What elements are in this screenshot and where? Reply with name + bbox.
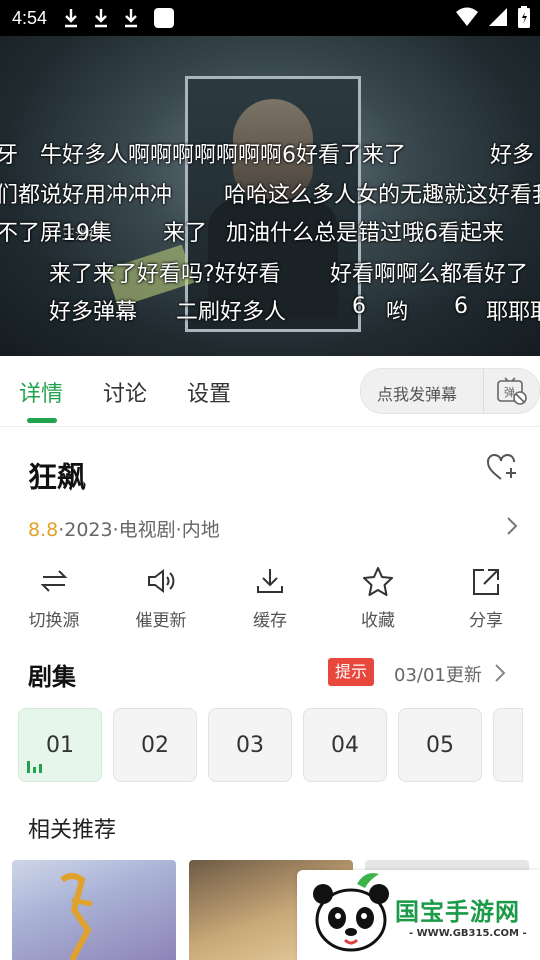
- episodes-heading: 剧集: [28, 663, 76, 691]
- video-player[interactable]: 王洪祥 牙 牛好多人啊啊啊啊啊啊啊6好看了来了 好多 们都说好用冲冲冲 哈哈这么…: [0, 36, 540, 356]
- danmaku-item: 好多弹幕: [49, 300, 138, 325]
- share-button[interactable]: 分享: [446, 566, 526, 631]
- switch-source-icon: [40, 570, 68, 592]
- score: 8.8: [28, 519, 59, 541]
- action-label: 催更新: [135, 611, 187, 631]
- download-icon: [257, 569, 283, 593]
- episode-card[interactable]: 03: [208, 708, 292, 782]
- active-tab-indicator: [27, 418, 57, 423]
- episode-card[interactable]: 02: [113, 708, 197, 782]
- episode-card[interactable]: 01: [18, 708, 102, 782]
- download-notification-icon: [125, 9, 138, 28]
- tab-details[interactable]: 详情: [19, 376, 63, 408]
- star-icon: [363, 567, 393, 596]
- show-meta[interactable]: 8.8·2023·电视剧·内地: [28, 515, 220, 542]
- favorite-add-icon[interactable]: [486, 452, 518, 482]
- episode-number: 03: [236, 732, 264, 758]
- meta-info: ·2023·电视剧·内地: [58, 519, 220, 541]
- action-label: 分享: [469, 611, 503, 631]
- collect-button[interactable]: 收藏: [338, 566, 418, 631]
- danmaku-off-icon: 弹: [497, 377, 527, 405]
- download-notification-icon: [95, 9, 108, 28]
- related-heading: 相关推荐: [28, 818, 117, 843]
- detail-tab-bar: 详情 讨论 设置 点我发弹幕 弹: [0, 356, 540, 427]
- danmaku-input[interactable]: 点我发弹幕 弹: [360, 368, 540, 414]
- battery-icon: [518, 6, 530, 28]
- episode-card[interactable]: 05: [398, 708, 482, 782]
- episode-number: 02: [141, 732, 169, 758]
- watermark-url: - WWW.GB315.COM -: [409, 928, 527, 939]
- chevron-right-icon[interactable]: [506, 516, 518, 536]
- episode-number: 01: [46, 732, 74, 758]
- switch-source-button[interactable]: 切换源: [14, 566, 94, 631]
- danmaku-item: 哟: [386, 300, 409, 325]
- action-label: 缓存: [253, 611, 287, 631]
- episode-update-status[interactable]: 03/01更新: [394, 661, 482, 687]
- action-label: 切换源: [28, 611, 80, 631]
- wifi-icon: [456, 7, 478, 26]
- related-card[interactable]: [12, 860, 176, 960]
- panda-logo-icon: [313, 873, 389, 952]
- watermark-brand: 国宝手游网: [395, 898, 520, 926]
- danmaku-input-placeholder: 点我发弹幕: [377, 385, 458, 404]
- tab-discussion[interactable]: 讨论: [103, 376, 147, 408]
- danmaku-item: 6: [454, 294, 468, 319]
- episode-number: 05: [426, 732, 454, 758]
- danmaku-item: 牛好多人啊啊啊啊啊啊啊6好看了来了: [40, 143, 406, 168]
- episode-card-partial[interactable]: [493, 708, 523, 782]
- episode-card[interactable]: 04: [303, 708, 387, 782]
- danmaku-item: 牙: [0, 143, 19, 168]
- show-title: 狂飙: [28, 460, 87, 494]
- signal-icon: [489, 8, 507, 26]
- danmaku-item: 来了来了好看吗?好好看: [49, 262, 281, 287]
- episode-number: 04: [331, 732, 359, 758]
- status-bar: 4:54: [0, 0, 540, 36]
- speaker-icon: [148, 569, 175, 593]
- danmaku-item: 来了: [163, 221, 208, 246]
- tab-settings[interactable]: 设置: [187, 376, 231, 408]
- danmaku-item: 们都说好用冲冲冲: [0, 183, 173, 208]
- danmaku-toggle-button[interactable]: 弹: [483, 369, 540, 413]
- danmaku-item: 好多: [490, 143, 535, 168]
- chevron-right-icon[interactable]: [494, 663, 506, 683]
- related-poster-art: [60, 873, 93, 960]
- danmaku-item: 好看啊啊么都看好了: [330, 262, 529, 287]
- danmaku-item: 哈哈这么多人女的无趣就这好看我: [224, 183, 540, 208]
- download-notification-icon: [65, 9, 78, 28]
- danmaku-item: 6: [352, 294, 366, 319]
- danmaku-item: 加油什么总是错过哦6看起来: [226, 221, 504, 246]
- status-time: 4:54: [12, 7, 48, 28]
- share-icon: [473, 569, 499, 595]
- app-notification-icon: [154, 8, 175, 28]
- danmaku-item: 二刷好多人: [176, 300, 287, 325]
- hint-badge[interactable]: 提示: [328, 658, 374, 686]
- now-playing-icon: [27, 761, 42, 773]
- urge-update-button[interactable]: 催更新: [121, 566, 201, 631]
- cache-button[interactable]: 缓存: [230, 566, 310, 631]
- site-watermark: 国宝手游网 - WWW.GB315.COM -: [297, 870, 540, 960]
- danmaku-item: 耶耶耶: [486, 300, 540, 325]
- action-label: 收藏: [361, 611, 395, 631]
- danmaku-item: 不了屏19集: [0, 221, 112, 246]
